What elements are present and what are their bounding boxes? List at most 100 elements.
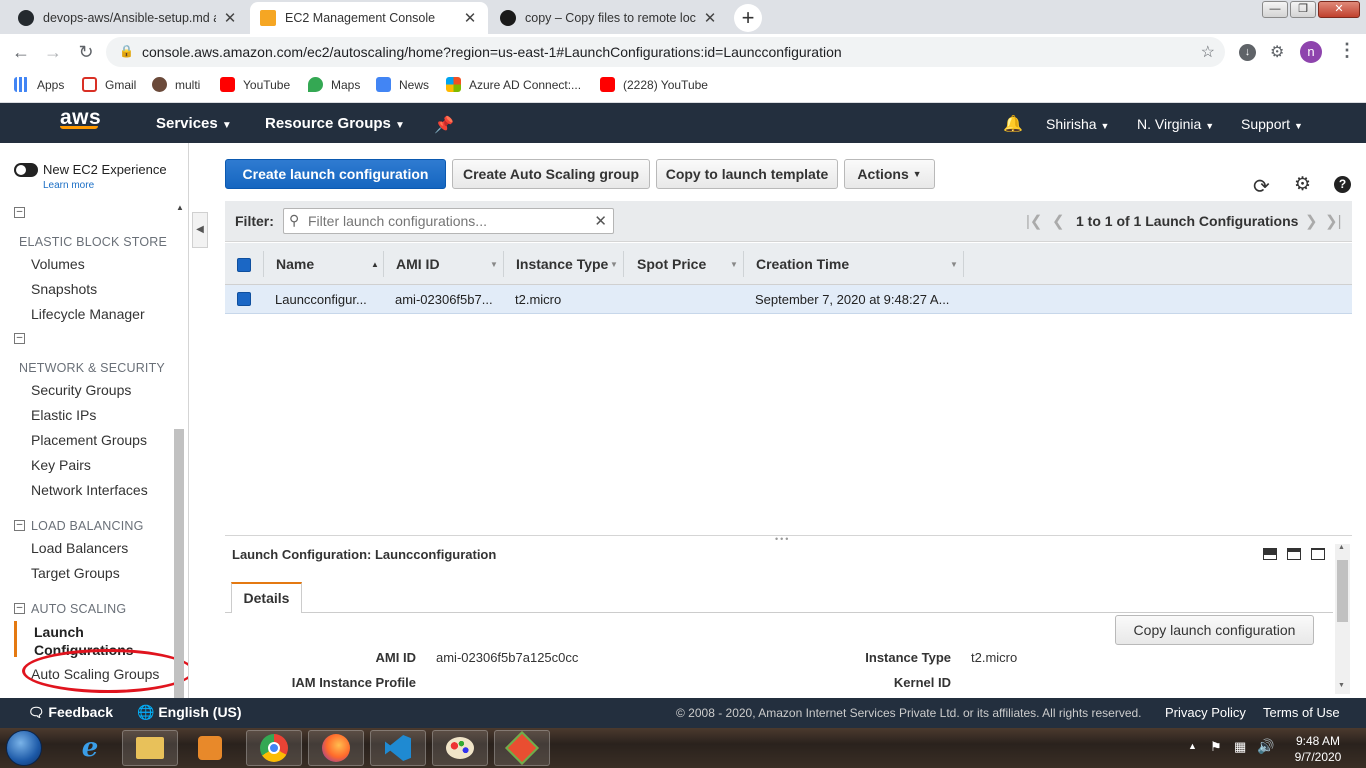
detail-scrollbar[interactable]: ▲ ▼ bbox=[1335, 544, 1350, 694]
tab-close-icon[interactable]: ✕ bbox=[462, 9, 478, 27]
scroll-down-icon[interactable]: ▼ bbox=[1338, 682, 1345, 689]
sidebar-item-placement-groups[interactable]: Placement Groups bbox=[31, 432, 147, 448]
sidebar-item-lifecycle-manager[interactable]: Lifecycle Manager bbox=[31, 306, 145, 322]
network-icon[interactable]: ▦ bbox=[1234, 739, 1246, 755]
address-bar[interactable]: 🔒 console.aws.amazon.com/ec2/autoscaling… bbox=[106, 37, 1225, 67]
bookmark-youtube[interactable]: YouTube bbox=[220, 77, 290, 92]
sort-icon[interactable]: ▼ bbox=[490, 260, 498, 269]
sort-icon[interactable]: ▼ bbox=[950, 260, 958, 269]
bookmark-azure[interactable]: Azure AD Connect:... bbox=[446, 77, 581, 92]
pin-icon[interactable]: 📌 bbox=[434, 115, 454, 135]
action-center-flag-icon[interactable]: ⚑ bbox=[1210, 739, 1222, 755]
collapse-icon[interactable]: – bbox=[14, 520, 25, 531]
back-arrow-icon[interactable]: ← bbox=[8, 39, 34, 65]
language-selector[interactable]: 🌐 English (US) bbox=[137, 704, 242, 721]
sort-icon[interactable]: ▼ bbox=[730, 260, 738, 269]
sort-icon[interactable]: ▼ bbox=[610, 260, 618, 269]
column-header-spot-price[interactable]: Spot Price bbox=[637, 256, 706, 272]
new-experience-toggle[interactable] bbox=[14, 163, 38, 177]
git-gui-icon[interactable] bbox=[494, 730, 550, 766]
user-menu[interactable]: Shirisha ▼ bbox=[1046, 116, 1109, 132]
volume-icon[interactable]: 🔊 bbox=[1257, 738, 1274, 755]
chrome-icon[interactable] bbox=[246, 730, 302, 766]
pane-layout-split-icon[interactable] bbox=[1287, 548, 1301, 560]
help-icon[interactable]: ? bbox=[1334, 176, 1351, 193]
maximize-button[interactable]: ❐ bbox=[1290, 1, 1316, 18]
bookmark-gmail[interactable]: Gmail bbox=[82, 77, 136, 92]
more-menu-icon[interactable]: ⋮ bbox=[1338, 40, 1356, 61]
profile-avatar[interactable]: n bbox=[1300, 41, 1322, 63]
support-menu[interactable]: Support ▼ bbox=[1241, 116, 1303, 132]
refresh-icon[interactable]: ⟳ bbox=[1253, 174, 1270, 199]
bookmark-maps[interactable]: Maps bbox=[308, 77, 360, 92]
bookmark-apps[interactable]: Apps bbox=[14, 77, 64, 92]
paint-icon[interactable] bbox=[432, 730, 488, 766]
scrollbar-thumb[interactable] bbox=[1337, 560, 1348, 622]
sidebar-scrollbar[interactable] bbox=[172, 345, 186, 698]
sidebar-item-snapshots[interactable]: Snapshots bbox=[31, 281, 97, 297]
start-button[interactable] bbox=[6, 730, 42, 766]
copy-launch-configuration-button[interactable]: Copy launch configuration bbox=[1115, 615, 1314, 645]
reload-icon[interactable]: ↻ bbox=[73, 39, 99, 65]
sidebar-item-key-pairs[interactable]: Key Pairs bbox=[31, 457, 91, 473]
row-checkbox[interactable] bbox=[237, 292, 251, 306]
tab-close-icon[interactable]: ✕ bbox=[702, 9, 718, 27]
column-header-instance-type[interactable]: Instance Type bbox=[516, 256, 608, 272]
tray-expand-icon[interactable]: ▲ bbox=[1188, 741, 1197, 751]
tab-ec2-console[interactable]: EC2 Management Console ✕ bbox=[250, 2, 488, 34]
sidebar-item-security-groups[interactable]: Security Groups bbox=[31, 382, 131, 398]
close-window-button[interactable]: ✕ bbox=[1318, 1, 1360, 18]
sidebar-item-load-balancers[interactable]: Load Balancers bbox=[31, 540, 128, 556]
collapse-sidebar-button[interactable]: ◀ bbox=[192, 212, 208, 248]
bookmark-multi[interactable]: multi bbox=[152, 77, 200, 92]
services-menu[interactable]: Services ▼ bbox=[156, 115, 232, 132]
prev-page-icon[interactable]: ❮ bbox=[1052, 212, 1065, 230]
bookmark-youtube-2228[interactable]: (2228) YouTube bbox=[600, 77, 708, 92]
file-explorer-icon[interactable] bbox=[122, 730, 178, 766]
create-auto-scaling-group-button[interactable]: Create Auto Scaling group bbox=[452, 159, 650, 189]
learn-more-link[interactable]: Learn more bbox=[43, 180, 94, 191]
actions-dropdown[interactable]: Actions ▼ bbox=[844, 159, 935, 189]
internet-explorer-icon[interactable]: e bbox=[62, 730, 118, 766]
vscode-icon[interactable] bbox=[370, 730, 426, 766]
clear-filter-icon[interactable]: ✕ bbox=[594, 212, 607, 230]
scroll-up-icon[interactable]: ▲ bbox=[1338, 544, 1345, 551]
column-header-name[interactable]: Name bbox=[276, 256, 314, 272]
select-all-checkbox[interactable] bbox=[237, 258, 251, 272]
collapse-icon[interactable]: – bbox=[14, 207, 25, 218]
aws-logo[interactable]: aws bbox=[60, 106, 101, 129]
privacy-policy-link[interactable]: Privacy Policy bbox=[1165, 705, 1246, 720]
region-menu[interactable]: N. Virginia ▼ bbox=[1137, 116, 1214, 132]
extensions-icon[interactable]: ⚙ bbox=[1270, 42, 1284, 62]
sidebar-item-volumes[interactable]: Volumes bbox=[31, 256, 85, 272]
tab-close-icon[interactable]: ✕ bbox=[222, 9, 238, 27]
feedback-link[interactable]: 🗨 Feedback bbox=[28, 704, 113, 721]
settings-gear-icon[interactable]: ⚙ bbox=[1294, 173, 1311, 196]
bell-icon[interactable]: 🔔 bbox=[1003, 114, 1023, 134]
scrollbar-thumb[interactable] bbox=[174, 429, 184, 698]
collapse-icon[interactable]: – bbox=[14, 603, 25, 614]
column-header-creation-time[interactable]: Creation Time bbox=[756, 256, 849, 272]
sidebar-item-elastic-ips[interactable]: Elastic IPs bbox=[31, 407, 96, 423]
tab-github[interactable]: devops-aws/Ansible-setup.md at ✕ bbox=[8, 2, 248, 34]
pane-layout-bottom-icon[interactable] bbox=[1263, 548, 1277, 560]
sidebar-item-target-groups[interactable]: Target Groups bbox=[31, 565, 120, 581]
scroll-up-icon[interactable]: ▲ bbox=[176, 203, 184, 212]
resize-handle[interactable]: ••• bbox=[775, 534, 790, 544]
column-header-ami-id[interactable]: AMI ID bbox=[396, 256, 440, 272]
new-tab-button[interactable]: + bbox=[734, 4, 762, 32]
terms-of-use-link[interactable]: Terms of Use bbox=[1263, 705, 1340, 720]
resource-groups-menu[interactable]: Resource Groups ▼ bbox=[265, 115, 405, 132]
copy-to-launch-template-button[interactable]: Copy to launch template bbox=[656, 159, 838, 189]
minimize-button[interactable]: — bbox=[1262, 1, 1288, 18]
next-page-icon[interactable]: ❯ bbox=[1305, 212, 1318, 230]
pane-layout-max-icon[interactable] bbox=[1311, 548, 1325, 560]
collapse-icon[interactable]: – bbox=[14, 333, 25, 344]
sidebar-item-network-interfaces[interactable]: Network Interfaces bbox=[31, 482, 148, 498]
system-clock[interactable]: 9:48 AM 9/7/2020 bbox=[1290, 733, 1346, 765]
star-icon[interactable]: ☆ bbox=[1201, 42, 1215, 62]
sort-asc-icon[interactable]: ▲ bbox=[371, 260, 379, 269]
tab-ansible-copy[interactable]: copy – Copy files to remote locat ✕ bbox=[490, 2, 728, 34]
tab-details[interactable]: Details bbox=[231, 582, 302, 613]
table-row[interactable]: Launcconfigur... ami-02306f5b7... t2.mic… bbox=[225, 285, 1352, 314]
